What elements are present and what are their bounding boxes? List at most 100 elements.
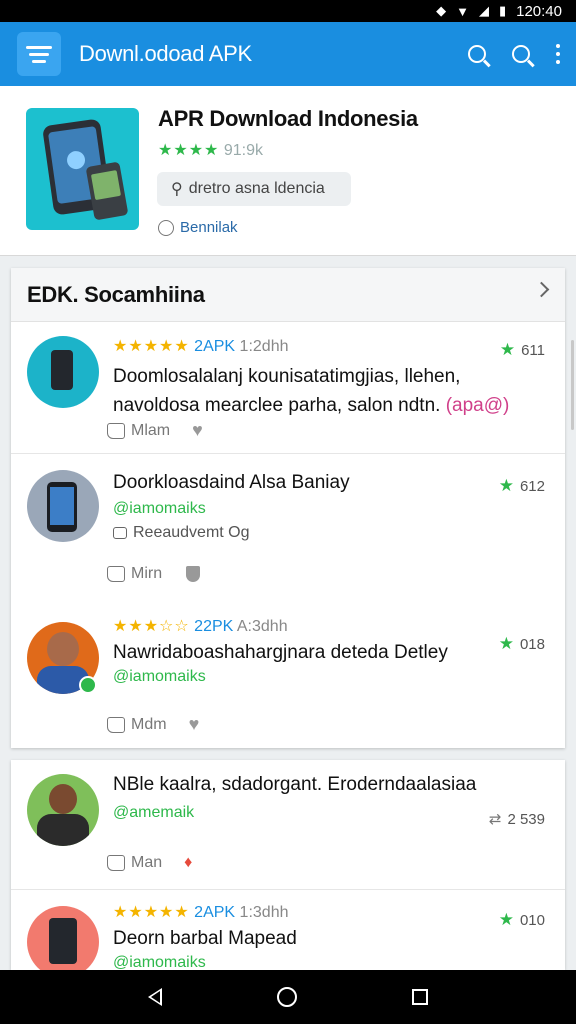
- review-handle[interactable]: @iamomaiks: [113, 500, 206, 518]
- review-score: ★ 010: [499, 910, 545, 930]
- review-time: 1:2dhh: [239, 338, 289, 355]
- category-chip[interactable]: ⚲ dretro asna ldencia: [157, 172, 351, 206]
- wifi-icon: ▼: [456, 3, 469, 19]
- review-item[interactable]: NBle kaalra, sdadorgant. Eroderndaalasia…: [11, 760, 565, 890]
- developer-link[interactable]: Bennilak: [158, 219, 238, 236]
- reviews-card: EDK. Socamhiina ★★★★★ 2APK 1:2dhh Doomlo…: [11, 268, 565, 748]
- search-icon: ⚲: [171, 181, 183, 198]
- avatar[interactable]: [27, 906, 99, 978]
- star-icon: ★: [498, 634, 514, 653]
- score-value: 018: [519, 635, 545, 653]
- scrollbar[interactable]: [571, 340, 574, 430]
- review-meta: ★★★★★ 2APK 1:3dhh: [113, 902, 288, 922]
- review-apk: 22PK: [194, 618, 234, 635]
- review-title: Doorkloasdaind Alsa Baniay: [113, 472, 350, 493]
- review-time: A:3dhh: [236, 618, 288, 635]
- like-icon[interactable]: [107, 566, 125, 582]
- review-text: NBle kaalra, sdadorgant. Eroderndaalasia…: [113, 774, 477, 795]
- message-icon: [113, 527, 127, 539]
- like-icon[interactable]: [107, 716, 125, 733]
- review-handle[interactable]: @iamomaiks: [113, 668, 206, 686]
- review-sub-label: Reeaudvemt Og: [133, 524, 250, 541]
- reviews-card-2: NBle kaalra, sdadorgant. Eroderndaalasia…: [11, 760, 565, 978]
- review-actions: Mdm ♥: [107, 714, 199, 735]
- review-text-line: Doomlosalalanj kounisatatimgjias, llehen…: [113, 366, 461, 387]
- review-sub: Reeaudvemt Og: [113, 524, 250, 542]
- review-text: Doomlosalalanj kounisatatimgjias, llehen…: [113, 362, 513, 420]
- score-value: 611: [521, 341, 545, 359]
- review-text: Deorn barbal Mapead: [113, 928, 297, 949]
- app-title: APR Download Indonesia: [158, 106, 418, 131]
- section-header[interactable]: EDK. Socamhiina: [11, 268, 565, 322]
- avatar[interactable]: [27, 774, 99, 846]
- search-icon[interactable]: [468, 45, 486, 63]
- app-bar: Downl.odoad APK: [0, 22, 576, 86]
- like-label: Man: [131, 854, 163, 871]
- avatar[interactable]: [27, 336, 99, 408]
- heart-icon[interactable]: ♥: [192, 420, 203, 441]
- like-label: Mdm: [131, 715, 167, 733]
- review-score: ★ 612: [499, 476, 545, 496]
- rating-count: 91:9k: [223, 142, 263, 159]
- review-item[interactable]: ★★★★★ 2APK 1:2dhh Doomlosalalanj kounisa…: [11, 322, 565, 454]
- review-item[interactable]: ★★★☆☆ 22PK A:3dhh Nawridaboashahargjnara…: [11, 598, 565, 748]
- avatar[interactable]: [27, 470, 99, 542]
- overflow-menu-icon[interactable]: [556, 44, 560, 64]
- like-icon[interactable]: [107, 422, 125, 439]
- review-handle[interactable]: @amemaik: [113, 804, 194, 822]
- clock: 120:40: [516, 2, 562, 20]
- score-value: 612: [519, 477, 545, 495]
- review-score: ★ 018: [499, 634, 545, 654]
- chevron-right-icon[interactable]: [533, 281, 550, 298]
- signal-icon: ◆: [436, 3, 447, 18]
- like-label: Mirn: [131, 565, 163, 582]
- rating-stars: ★★★★: [158, 142, 220, 159]
- review-score: ⇄ 2 539: [489, 810, 545, 829]
- app-icon[interactable]: [26, 108, 139, 230]
- search-icon-2[interactable]: [512, 45, 530, 63]
- score-value: 2 539: [507, 810, 545, 828]
- share-icon[interactable]: ⇄: [489, 810, 502, 828]
- review-meta: ★★★☆☆ 22PK A:3dhh: [113, 616, 288, 636]
- review-time: 1:3dhh: [239, 904, 289, 921]
- score-value: 010: [519, 911, 545, 929]
- chip-label: dretro asna ldencia: [188, 180, 325, 197]
- system-nav-bar: [0, 970, 576, 1024]
- review-text: Nawridaboashahargjnara deteda Detley: [113, 642, 448, 663]
- review-apk: 2APK: [194, 904, 236, 921]
- review-stars: ★★★★★: [113, 904, 190, 921]
- like-label: Mlam: [131, 421, 171, 439]
- alert-icon[interactable]: ♦: [184, 854, 192, 872]
- home-icon[interactable]: [276, 987, 297, 1007]
- app-bar-title: Downl.odoad APK: [79, 41, 252, 66]
- review-apk: 2APK: [194, 338, 236, 355]
- star-icon: ★: [499, 340, 516, 359]
- star-icon: ★: [498, 910, 514, 929]
- app-rating: ★★★★ 91:9k: [158, 140, 263, 160]
- review-tag[interactable]: (apa@): [446, 395, 510, 416]
- heart-icon[interactable]: ♥: [189, 714, 200, 735]
- verified-icon: [79, 676, 97, 694]
- review-stars: ★★★☆☆: [113, 618, 190, 635]
- app-header-card: APR Download Indonesia ★★★★ 91:9k ⚲ dret…: [0, 86, 576, 256]
- info-icon: [158, 219, 174, 236]
- app-logo-icon[interactable]: [17, 32, 61, 76]
- like-icon[interactable]: [107, 855, 125, 871]
- section-title: EDK. Socamhiina: [27, 281, 205, 307]
- cell-icon: ◢: [478, 3, 489, 18]
- review-stars: ★★★★★: [113, 338, 190, 355]
- developer-label: Bennilak: [180, 219, 238, 236]
- status-bar: ◆ ▼ ◢ ▮ 120:40: [0, 0, 576, 22]
- review-actions: Mlam ♥: [107, 420, 203, 441]
- battery-icon: ▮: [498, 3, 507, 18]
- review-text-line: navoldosa mearclee parha, salon ndtn.: [113, 395, 441, 416]
- review-actions: Mirn: [107, 565, 201, 583]
- review-meta: ★★★★★ 2APK 1:2dhh: [113, 336, 288, 356]
- review-item[interactable]: ★★★★★ 2APK 1:3dhh Deorn barbal Mapead @i…: [11, 890, 565, 978]
- back-icon[interactable]: [147, 988, 162, 1006]
- recents-icon[interactable]: [412, 989, 429, 1005]
- shield-icon[interactable]: [186, 566, 201, 582]
- review-item[interactable]: Doorkloasdaind Alsa Baniay @iamomaiks Re…: [11, 454, 565, 598]
- star-icon: ★: [498, 476, 514, 495]
- review-actions: Man ♦: [107, 854, 192, 872]
